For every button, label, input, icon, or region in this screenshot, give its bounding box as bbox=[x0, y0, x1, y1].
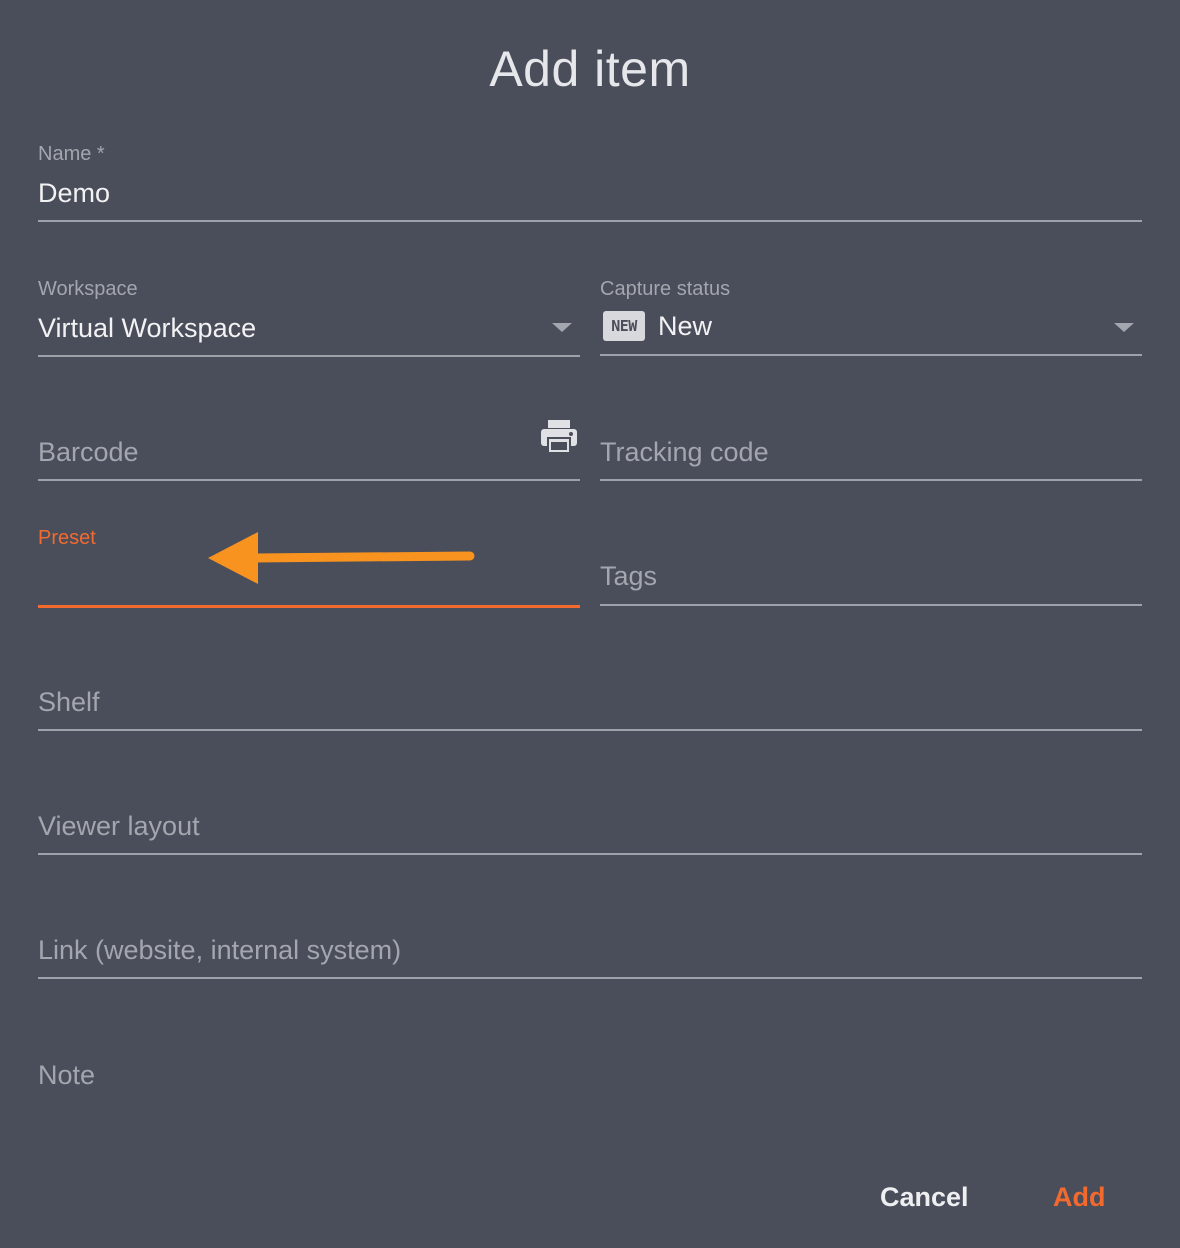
new-badge-icon: NEW bbox=[603, 311, 645, 341]
workspace-value: Virtual Workspace bbox=[38, 313, 257, 343]
tracking-code-field[interactable]: Tracking code bbox=[600, 410, 1142, 481]
arrow-left-icon bbox=[208, 532, 475, 584]
note-placeholder: Note bbox=[38, 1060, 96, 1090]
chevron-down-icon[interactable] bbox=[552, 323, 572, 332]
capture-status-label: Capture status bbox=[600, 278, 731, 300]
workspace-label: Workspace bbox=[38, 278, 138, 300]
chevron-down-icon[interactable] bbox=[1114, 323, 1134, 332]
preset-label: Preset bbox=[38, 527, 96, 549]
add-button[interactable]: Add bbox=[1053, 1182, 1105, 1213]
name-label: Name * bbox=[38, 143, 105, 165]
workspace-select[interactable]: Workspace Virtual Workspace bbox=[38, 275, 580, 357]
viewer-layout-field[interactable]: Viewer layout bbox=[38, 784, 1142, 855]
note-field[interactable]: Note bbox=[38, 1040, 1142, 1140]
shelf-placeholder: Shelf bbox=[38, 687, 100, 717]
tags-placeholder: Tags bbox=[600, 561, 658, 591]
add-item-dialog: Add item Name * Demo Workspace Virtual W… bbox=[0, 0, 1180, 1248]
shelf-field[interactable]: Shelf bbox=[38, 660, 1142, 731]
viewer-layout-placeholder: Viewer layout bbox=[38, 811, 200, 841]
name-field[interactable]: Name * Demo bbox=[38, 140, 1142, 222]
barcode-placeholder: Barcode bbox=[38, 437, 139, 467]
barcode-field[interactable]: Barcode bbox=[38, 410, 580, 481]
link-placeholder: Link (website, internal system) bbox=[38, 935, 402, 965]
cancel-button[interactable]: Cancel bbox=[880, 1182, 969, 1213]
capture-status-select[interactable]: Capture status NEW New bbox=[600, 275, 1142, 356]
dialog-title: Add item bbox=[489, 41, 691, 97]
printer-icon[interactable] bbox=[540, 420, 578, 454]
tracking-code-placeholder: Tracking code bbox=[600, 437, 769, 467]
capture-status-value: New bbox=[658, 311, 713, 341]
tags-field[interactable]: Tags bbox=[600, 534, 1142, 606]
link-field[interactable]: Link (website, internal system) bbox=[38, 908, 1142, 979]
name-value: Demo bbox=[38, 178, 111, 208]
